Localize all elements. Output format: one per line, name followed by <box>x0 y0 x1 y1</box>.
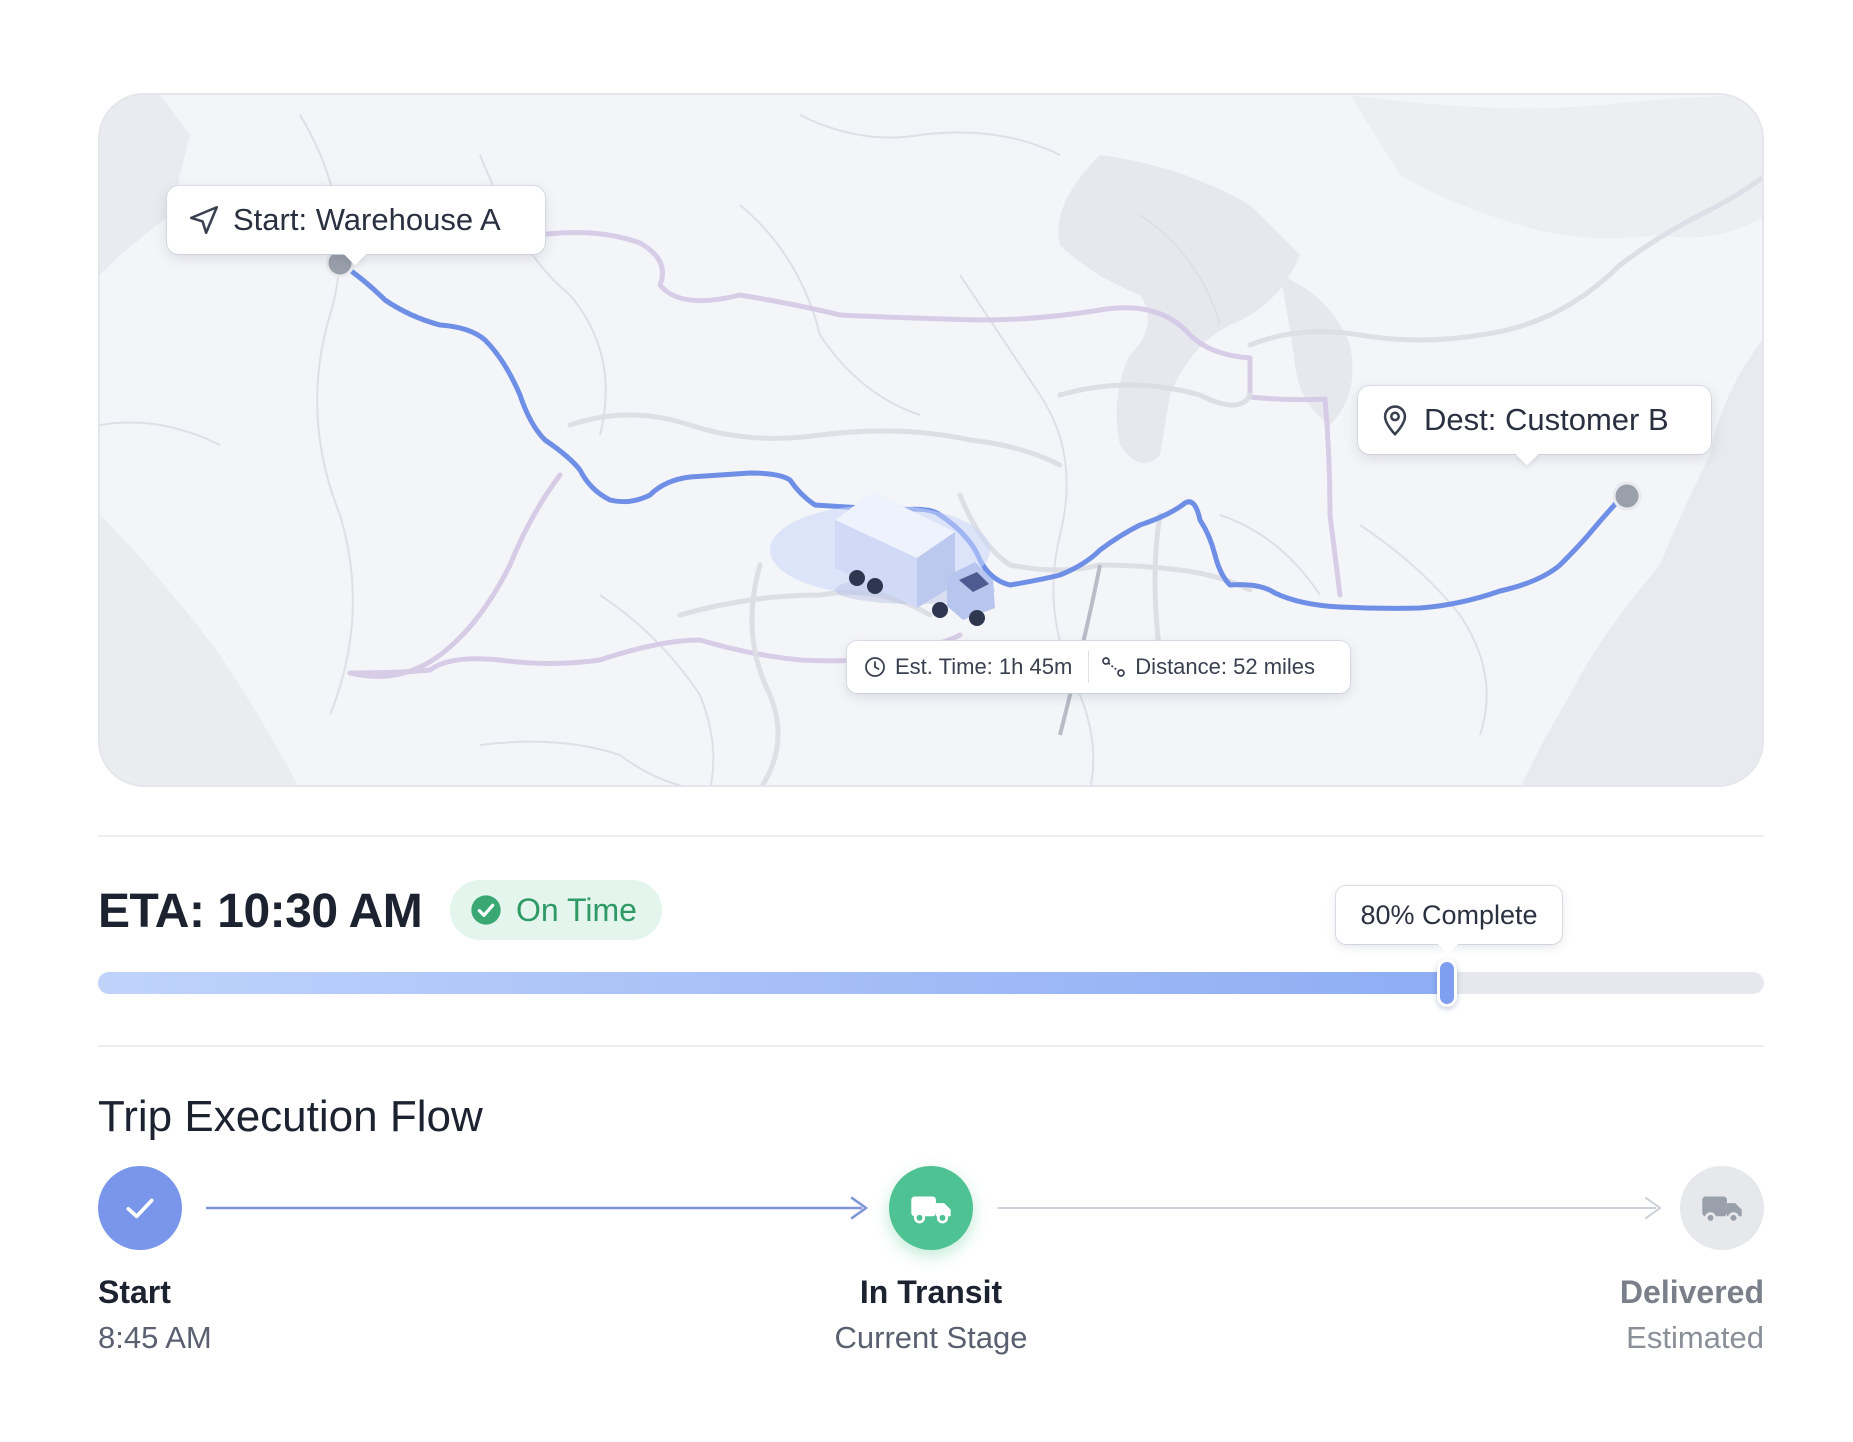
step-in-transit-label: In Transit <box>859 1274 1003 1310</box>
route-icon <box>1102 657 1126 677</box>
truck-icon <box>911 1196 951 1224</box>
destination-label: Dest: Customer B <box>1424 402 1669 437</box>
step-in-transit-sub: Current Stage <box>834 1320 1028 1355</box>
eta-title: ETA: 10:30 AM <box>98 885 423 938</box>
trip-tracking-page: Start: Warehouse A Dest: Customer B Est.… <box>0 0 1853 1442</box>
navigation-arrow-icon <box>189 205 219 235</box>
section-divider <box>98 1045 1764 1047</box>
step-delivered-label: Delivered <box>1619 1274 1764 1310</box>
map-pin-icon <box>1383 405 1407 436</box>
trip-progress-bar <box>98 959 1764 1007</box>
clock-icon <box>865 657 885 677</box>
progress-fill <box>98 972 1448 994</box>
truck-icon <box>1702 1196 1742 1224</box>
progress-thumb[interactable] <box>1437 959 1458 1007</box>
step-delivered-sub: Estimated <box>1626 1320 1764 1355</box>
info-divider <box>1088 651 1090 683</box>
step-start-node[interactable] <box>98 1166 182 1250</box>
check-icon <box>126 1198 154 1219</box>
destination-callout[interactable]: Dest: Customer B <box>1358 386 1711 454</box>
step-start-label: Start <box>98 1274 171 1310</box>
status-label: On Time <box>516 891 637 928</box>
estimated-time: Est. Time: 1h 45m <box>895 654 1073 679</box>
trip-distance: Distance: 52 miles <box>1135 654 1316 679</box>
start-location-callout[interactable]: Start: Warehouse A <box>167 186 545 254</box>
trip-info-pill: Est. Time: 1h 45m Distance: 52 miles <box>847 641 1350 693</box>
status-badge: On Time <box>450 880 662 940</box>
step-in-transit-node[interactable] <box>889 1166 973 1250</box>
section-divider <box>98 835 1764 837</box>
check-circle-icon <box>471 895 501 925</box>
step-start-time: 8:45 AM <box>98 1320 212 1355</box>
step-delivered-node[interactable] <box>1680 1166 1764 1250</box>
start-location-label: Start: Warehouse A <box>233 202 501 237</box>
flow-title: Trip Execution Flow <box>98 1092 483 1141</box>
progress-tooltip: 80% Complete <box>1336 886 1562 944</box>
